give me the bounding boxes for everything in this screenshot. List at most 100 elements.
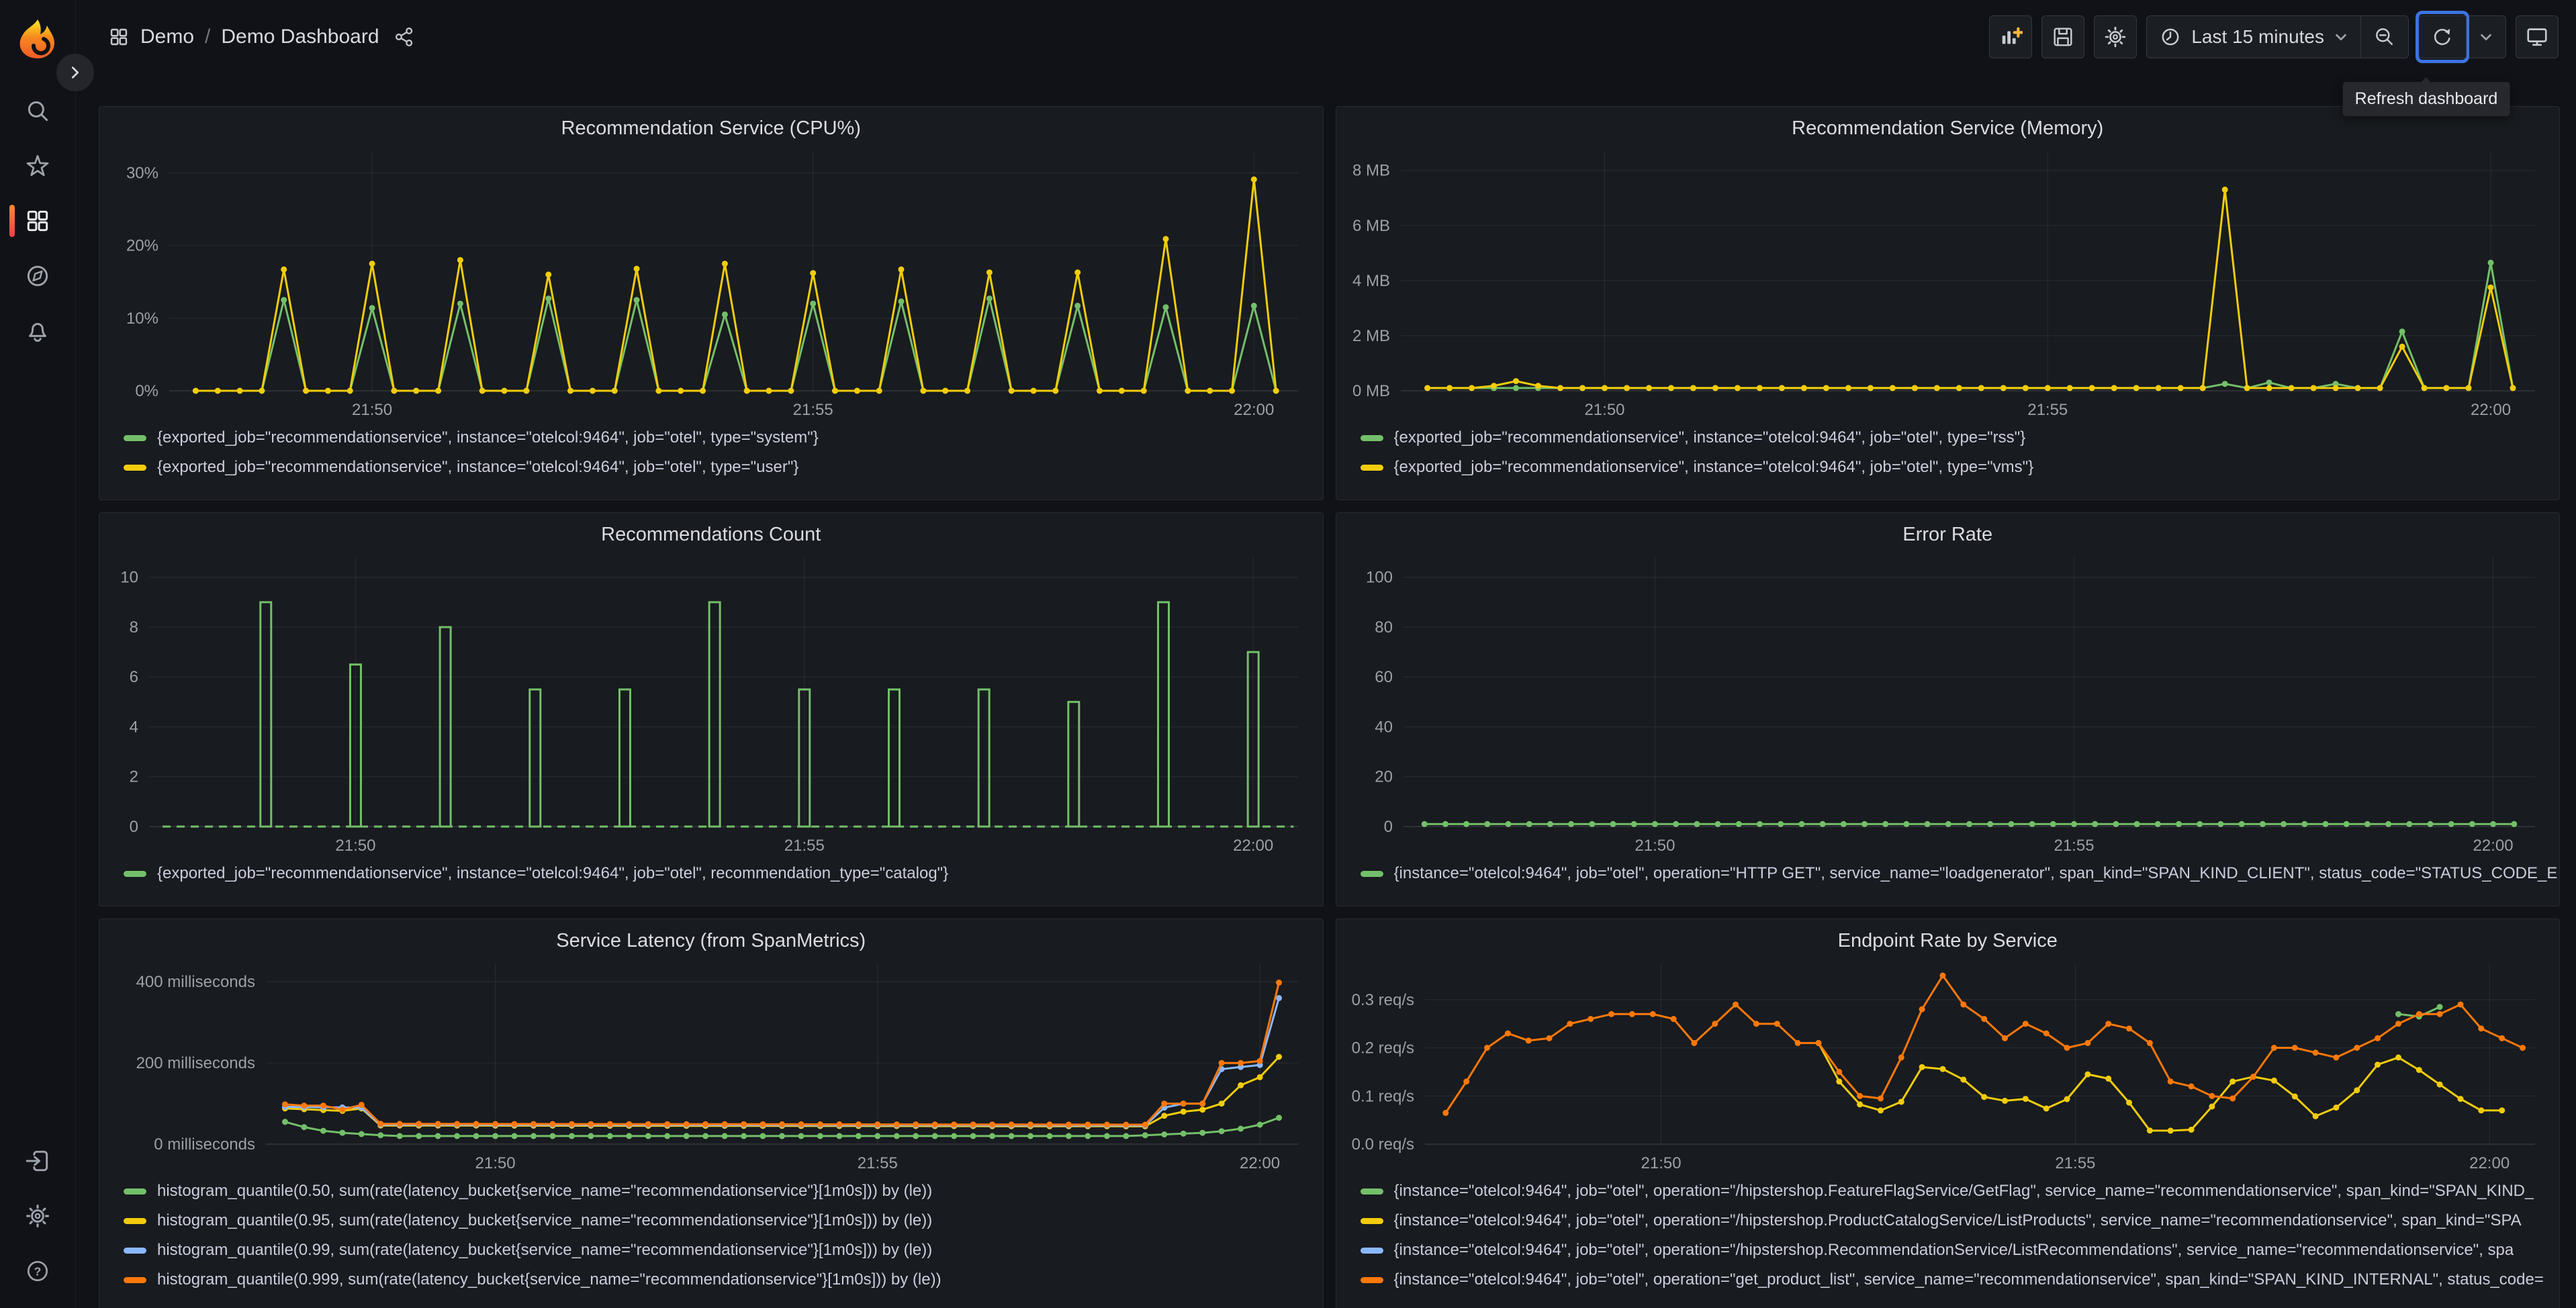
panel-latency: Service Latency (from SpanMetrics) 21:50 2…	[99, 919, 1324, 1308]
series-0[interactable]	[1424, 259, 2516, 391]
legend-swatch	[1360, 870, 1383, 877]
refresh-tooltip: Refresh dashboard	[2342, 82, 2510, 116]
legend-item[interactable]: {instance="otelcol:9464", job="otel", op…	[1360, 859, 2560, 888]
sidebar-item-dashboards[interactable]	[9, 193, 59, 248]
legend-swatch	[124, 434, 146, 441]
sidebar-item-sign-in[interactable]	[16, 1133, 59, 1188]
legend-item[interactable]: {exported_job="recommendationservice", i…	[124, 453, 1323, 482]
chart-endpoint-rate[interactable]: 21:50 21:55 22:00 0.0 req/s 0.1 req/s 0.2 req…	[1342, 962, 2554, 1175]
legend-item[interactable]: histogram_quantile(0.99, sum(rate(latenc…	[124, 1235, 1323, 1265]
chart-memory[interactable]: 21:50 21:55 22:00 0 MB 2 MB 4 MB 6 MB 8 MB	[1342, 150, 2554, 422]
refresh-button[interactable]	[2416, 11, 2469, 63]
panel-cpu: Recommendation Service (CPU%) 21:50 21:55 2…	[99, 106, 1324, 500]
grafana-logo[interactable]	[16, 17, 59, 60]
legend-swatch	[124, 870, 146, 877]
refresh-interval-dropdown[interactable]	[2466, 16, 2505, 58]
sidebar-item-alerting[interactable]	[16, 303, 59, 359]
legend-swatch	[1360, 1276, 1383, 1283]
breadcrumb-section[interactable]: Demo	[140, 26, 194, 48]
legend-label: {instance="otelcol:9464", job="otel", op…	[1393, 1270, 2544, 1289]
share-icon[interactable]	[393, 26, 416, 48]
panel-header[interactable]: Endpoint Rate by Service	[1336, 919, 2560, 962]
sidebar-item-configuration[interactable]	[16, 1188, 59, 1244]
legend-item[interactable]: {instance="otelcol:9464", job="otel", op…	[1360, 1206, 2560, 1235]
add-panel-button[interactable]	[1989, 15, 2033, 58]
legend-item[interactable]: {instance="otelcol:9464", job="otel", op…	[1360, 1176, 2560, 1206]
svg-text:2: 2	[130, 768, 138, 786]
legend-item[interactable]: {instance="otelcol:9464", job="otel", op…	[1360, 1235, 2560, 1265]
svg-text:0: 0	[1383, 818, 1392, 836]
legend-item[interactable]: {exported_job="recommendationservice", i…	[1360, 423, 2560, 453]
svg-text:22:00: 22:00	[1234, 401, 1274, 419]
panel-header[interactable]: Recommendation Service (CPU%)	[99, 107, 1323, 150]
legend-item[interactable]: {exported_job="recommendationservice", i…	[1360, 453, 2560, 482]
legend-label: {instance="otelcol:9464", job="otel", op…	[1393, 1182, 2534, 1200]
svg-text:0 milliseconds: 0 milliseconds	[154, 1135, 255, 1154]
svg-text:21:50: 21:50	[352, 401, 392, 419]
chart-error-rate[interactable]: 21:50 21:55 22:00 0 20 40 60 80 100	[1342, 556, 2554, 857]
search-icon	[28, 101, 48, 122]
kiosk-mode-button[interactable]	[2516, 15, 2559, 58]
clock-icon	[2162, 28, 2179, 46]
breadcrumb-separator: /	[205, 26, 211, 48]
legend-swatch	[1360, 1188, 1383, 1195]
svg-text:22:00: 22:00	[2470, 401, 2510, 419]
chart-count[interactable]: 21:50 21:55 22:00 0 2 4 6 8 10	[105, 556, 1317, 857]
panel-title: Recommendation Service (Memory)	[1792, 117, 2104, 139]
svg-text:80: 80	[1375, 618, 1393, 637]
series-0[interactable]	[192, 295, 1279, 394]
svg-text:0: 0	[130, 818, 138, 836]
save-dashboard-button[interactable]	[2041, 15, 2085, 58]
breadcrumb-page[interactable]: Demo Dashboard	[221, 26, 379, 48]
series-1[interactable]	[1424, 186, 2516, 391]
legend-item[interactable]: histogram_quantile(0.50, sum(rate(latenc…	[124, 1176, 1323, 1206]
legend-label: {exported_job="recommendationservice", i…	[157, 428, 819, 447]
sidebar-bottom: ?	[16, 1133, 59, 1299]
series-1[interactable]	[282, 1054, 1282, 1129]
panel-header[interactable]: Service Latency (from SpanMetrics)	[99, 919, 1323, 962]
chart-latency[interactable]: 21:50 21:55 22:00 0 milliseconds 200 millise…	[105, 962, 1317, 1175]
sidebar-item-search[interactable]	[16, 83, 59, 138]
svg-text:30%: 30%	[126, 164, 158, 182]
time-picker-group: Last 15 minutes	[2146, 15, 2409, 58]
legend-item[interactable]: histogram_quantile(0.95, sum(rate(latenc…	[124, 1206, 1323, 1235]
zoom-out-button[interactable]	[2360, 16, 2408, 58]
series-1[interactable]	[192, 176, 1279, 394]
svg-text:60: 60	[1375, 668, 1393, 686]
legend: {exported_job="recommendationservice", i…	[99, 422, 1323, 482]
svg-text:21:50: 21:50	[335, 837, 375, 855]
grafana-app: ? Demo / Demo Dashboard Last 15 minutes …	[0, 0, 2576, 1308]
sidebar-item-help[interactable]: ?	[16, 1244, 59, 1299]
legend-swatch	[124, 1247, 146, 1254]
dashboards-grid-icon	[108, 26, 130, 48]
dashboard-settings-button[interactable]	[2094, 15, 2137, 58]
sidebar-item-starred[interactable]	[16, 138, 59, 193]
time-range-picker[interactable]: Last 15 minutes	[2147, 16, 2360, 58]
svg-text:21:55: 21:55	[858, 1154, 898, 1172]
dashboard-canvas: Recommendation Service (CPU%) 21:50 21:55 2…	[76, 74, 2576, 1308]
chart-cpu[interactable]: 21:50 21:55 22:00 0% 10% 20% 30%	[105, 150, 1317, 422]
topbar: Demo / Demo Dashboard Last 15 minutes Re…	[76, 0, 2576, 116]
legend-item[interactable]: {instance="otelcol:9464", job="otel", op…	[1360, 1265, 2560, 1295]
panel-header[interactable]: Error Rate	[1336, 513, 2560, 556]
legend-swatch	[1360, 464, 1383, 471]
sidebar-item-explore[interactable]	[16, 248, 59, 303]
legend-label: histogram_quantile(0.95, sum(rate(latenc…	[157, 1211, 933, 1229]
panel-endpoint-rate: Endpoint Rate by Service 21:50 21:55 22:00 0…	[1335, 919, 2560, 1308]
legend-item[interactable]: {exported_job="recommendationservice", i…	[124, 423, 1323, 453]
sidebar-expand-button[interactable]	[56, 54, 94, 91]
legend-swatch	[1360, 1247, 1383, 1254]
bar-series[interactable]	[163, 601, 1294, 828]
legend-item[interactable]: histogram_quantile(0.999, sum(rate(laten…	[124, 1265, 1323, 1295]
svg-text:22:00: 22:00	[1240, 1154, 1280, 1172]
panel-header[interactable]: Recommendations Count	[99, 513, 1323, 556]
legend-swatch	[124, 1276, 146, 1283]
series-2[interactable]	[282, 994, 1282, 1129]
panel-title: Error Rate	[1902, 523, 1993, 545]
series-3[interactable]	[282, 979, 1282, 1128]
legend-label: {exported_job="recommendationservice", i…	[157, 458, 799, 476]
series-1[interactable]	[1815, 1039, 2505, 1134]
svg-text:21:50: 21:50	[1635, 837, 1675, 855]
legend-item[interactable]: {exported_job="recommendationservice", i…	[124, 859, 1323, 888]
refresh-icon	[2434, 28, 2450, 45]
